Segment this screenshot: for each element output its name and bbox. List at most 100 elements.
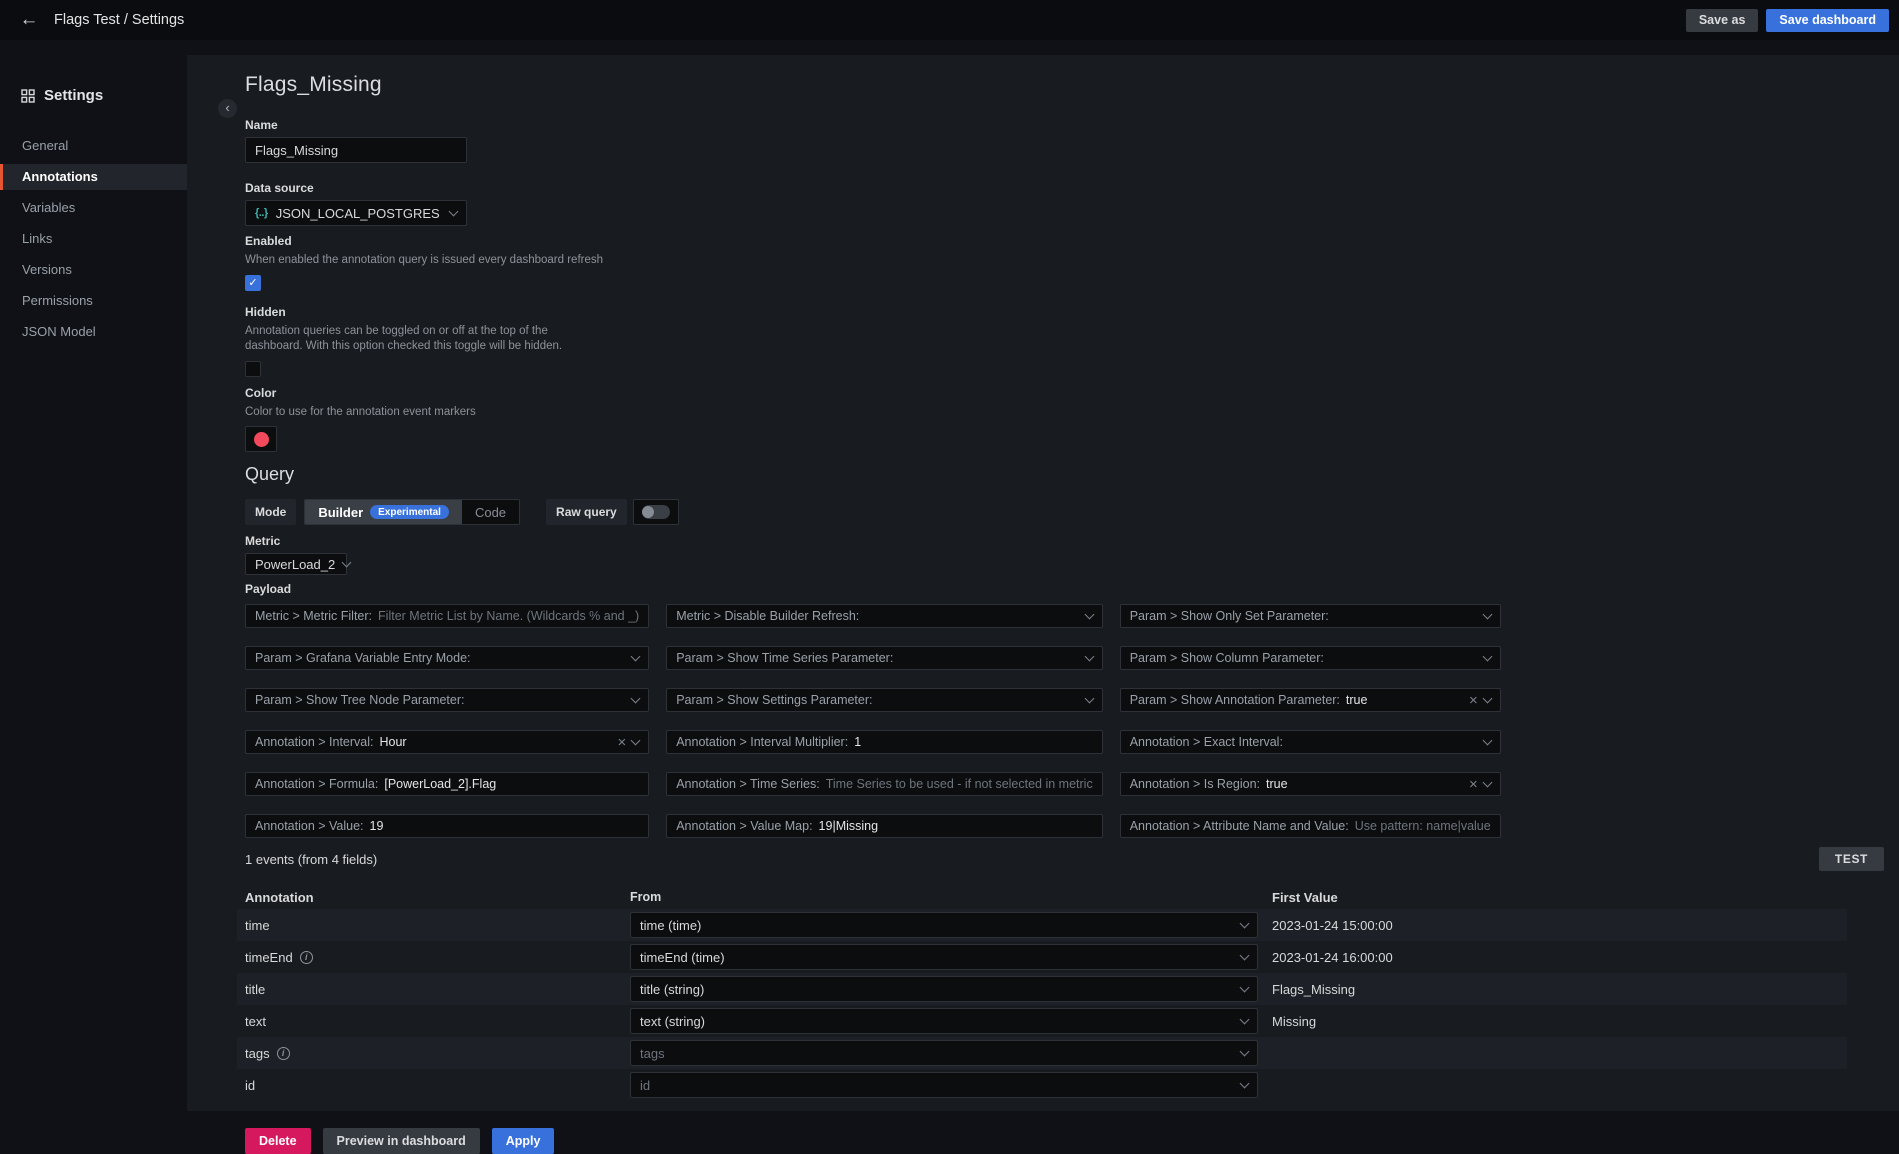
back-arrow-icon[interactable]: ← [16,7,42,33]
apply-button[interactable]: Apply [492,1128,555,1154]
payload-field-attribute-name-value[interactable]: Annotation > Attribute Name and Value: U… [1120,814,1501,838]
payload-grid: Metric > Metric Filter: Filter Metric Li… [245,604,1412,838]
field-value: 19 [370,819,384,833]
events-row: 1 events (from 4 fields) TEST [245,847,1884,871]
delete-button[interactable]: Delete [245,1128,311,1154]
payload-field-metric-filter[interactable]: Metric > Metric Filter: Filter Metric Li… [245,604,649,628]
from-value: timeEnd (time) [640,950,725,965]
hidden-label: Hidden [245,305,1884,319]
hidden-description: Annotation queries can be toggled on or … [245,324,597,355]
header-from: From [630,890,1258,904]
apps-grid-icon [21,89,35,103]
metric-label: Metric [245,534,1884,548]
raw-query-toggle[interactable] [633,499,679,525]
from-select-text[interactable]: text (string) [630,1008,1258,1034]
clear-icon[interactable]: × [1469,693,1478,708]
settings-sidebar: Settings General Annotations Variables L… [0,40,187,1125]
tab-builder[interactable]: Builder Experimental [305,500,462,524]
datasource-select[interactable]: {..} JSON_LOCAL_POSTGRES [245,200,467,226]
metric-select[interactable]: PowerLoad_2 [245,553,347,575]
chevron-down-icon [1240,918,1250,928]
color-label: Color [245,386,1884,400]
from-placeholder: id [640,1078,650,1093]
chevron-down-icon [1482,778,1492,788]
chevron-down-icon [1482,694,1492,704]
sidebar-header: Settings [0,87,187,104]
field-placeholder: Time Series to be used - if not selected… [826,777,1093,791]
datasource-value: JSON_LOCAL_POSTGRES [276,206,440,221]
save-as-button[interactable]: Save as [1686,9,1759,32]
field-label: Param > Grafana Variable Entry Mode: [255,651,471,665]
sidebar-item-permissions[interactable]: Permissions [0,288,187,314]
annotation-color-dot [254,432,269,447]
payload-field-show-time-series-parameter[interactable]: Param > Show Time Series Parameter: [666,646,1103,670]
json-datasource-icon: {..} [255,207,268,219]
payload-field-show-settings-parameter[interactable]: Param > Show Settings Parameter: [666,688,1103,712]
payload-field-time-series[interactable]: Annotation > Time Series: Time Series to… [666,772,1103,796]
chevron-down-icon [631,736,641,746]
payload-field-show-only-set-parameter[interactable]: Param > Show Only Set Parameter: [1120,604,1501,628]
name-input[interactable] [245,137,467,163]
payload-field-value-map[interactable]: Annotation > Value Map: 19|Missing [666,814,1103,838]
sidebar-item-variables[interactable]: Variables [0,195,187,221]
payload-field-variable-entry-mode[interactable]: Param > Grafana Variable Entry Mode: [245,646,649,670]
name-field-group: Name [245,118,1884,163]
color-picker[interactable] [245,426,277,452]
hidden-checkbox[interactable] [245,361,261,377]
payload-field-is-region[interactable]: Annotation > Is Region: true × [1120,772,1501,796]
tab-code[interactable]: Code [462,500,519,524]
sidebar-item-json-model[interactable]: JSON Model [0,319,187,345]
field-value: 19|Missing [819,819,879,833]
clear-icon[interactable]: × [1469,777,1478,792]
test-button[interactable]: TEST [1819,847,1884,871]
from-select-id[interactable]: id [630,1072,1258,1098]
field-label: Param > Show Column Parameter: [1130,651,1324,665]
from-select-timeend[interactable]: timeEnd (time) [630,944,1258,970]
info-icon[interactable]: i [300,951,313,964]
table-row-tags: tags i tags [237,1037,1847,1069]
sidebar-item-links[interactable]: Links [0,226,187,252]
field-label: Param > Show Only Set Parameter: [1130,609,1329,623]
payload-field-exact-interval[interactable]: Annotation > Exact Interval: [1120,730,1501,754]
breadcrumb[interactable]: Flags Test / Settings [54,12,184,28]
first-value: 2023-01-24 15:00:00 [1272,918,1847,933]
first-value: Flags_Missing [1272,982,1847,997]
from-select-title[interactable]: title (string) [630,976,1258,1002]
payload-field-disable-builder-refresh[interactable]: Metric > Disable Builder Refresh: [666,604,1103,628]
sidebar-item-annotations[interactable]: Annotations [0,164,187,190]
field-label: Annotation > Interval Multiplier: [676,735,848,749]
payload-field-formula[interactable]: Annotation > Formula: [PowerLoad_2].Flag [245,772,649,796]
payload-field-show-column-parameter[interactable]: Param > Show Column Parameter: [1120,646,1501,670]
table-row-timeend: timeEnd i timeEnd (time) 2023-01-24 16:0… [237,941,1847,973]
from-value: title (string) [640,982,704,997]
mode-segmented-control: Builder Experimental Code [304,499,520,525]
payload-field-interval-multiplier[interactable]: Annotation > Interval Multiplier: 1 [666,730,1103,754]
sidebar-item-versions[interactable]: Versions [0,257,187,283]
row-name: tags [245,1046,270,1061]
info-icon[interactable]: i [277,1047,290,1060]
chevron-down-icon [1240,950,1250,960]
field-label: Annotation > Exact Interval: [1130,735,1283,749]
clear-icon[interactable]: × [617,735,626,750]
payload-field-value[interactable]: Annotation > Value: 19 [245,814,649,838]
metric-value: PowerLoad_2 [255,557,335,572]
query-mode-row: Mode Builder Experimental Code Raw query [245,499,1884,525]
payload-field-interval[interactable]: Annotation > Interval: Hour × [245,730,649,754]
field-label: Param > Show Settings Parameter: [676,693,872,707]
page-title: Flags_Missing [245,73,1884,97]
preview-in-dashboard-button[interactable]: Preview in dashboard [323,1128,480,1154]
from-select-time[interactable]: time (time) [630,912,1258,938]
payload-field-show-tree-node-parameter[interactable]: Param > Show Tree Node Parameter: [245,688,649,712]
payload-field-show-annotation-parameter[interactable]: Param > Show Annotation Parameter: true … [1120,688,1501,712]
chevron-down-icon [449,206,459,216]
field-value: true [1266,777,1288,791]
field-value: true [1346,693,1368,707]
from-select-tags[interactable]: tags [630,1040,1258,1066]
collapse-sidebar-button[interactable]: ‹ [218,99,237,118]
row-name: text [245,1014,266,1029]
raw-query-label: Raw query [546,499,627,525]
field-label: Metric > Metric Filter: [255,609,372,623]
sidebar-item-general[interactable]: General [0,133,187,159]
save-dashboard-button[interactable]: Save dashboard [1766,9,1889,32]
enabled-checkbox[interactable]: ✓ [245,275,261,291]
